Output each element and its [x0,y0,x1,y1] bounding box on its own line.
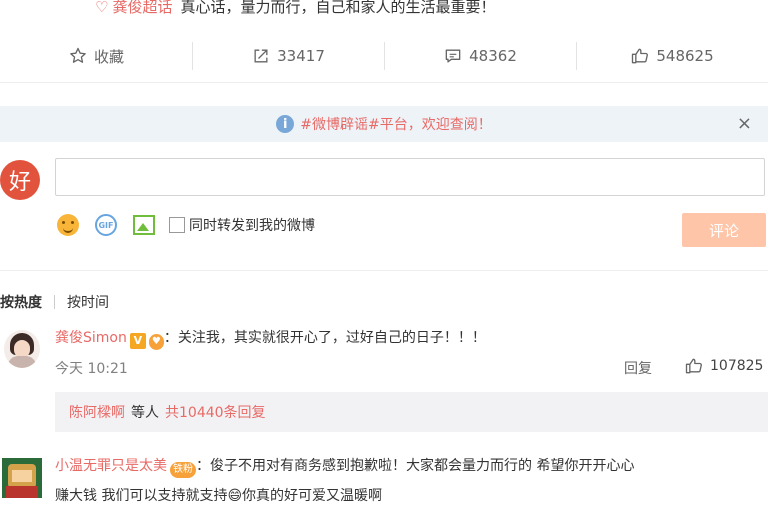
like-count: 548625 [656,47,714,65]
star-icon [70,47,86,63]
like-button[interactable]: 548625 [576,30,768,82]
comment-icon [445,49,461,63]
composer-toolbar: GIF 同时转发到我的微博 [55,210,315,240]
gif-button[interactable]: GIF [93,212,119,238]
comment-body: 龚俊Simon V ♥ ：关注我，其实就很开心了，过好自己的日子！！！ [55,328,486,350]
comment-text: ：关注我，其实就很开心了，过好自己的日子！！！ [163,330,486,346]
sort-by-hot[interactable]: 按热度 [0,292,42,312]
comment-body: 小温无罪只是太美 铁粉 ：俊子不用对有商务感到抱歉啦！大家都会量力而行的 希望你开开… [55,456,634,478]
heart-icon: ♡ [95,0,109,16]
post-text: 真心话，量力而行，自己和家人的生活最重要！ [180,0,496,16]
notice-link[interactable]: #微博辟谣#平台，欢迎查阅！ [300,114,491,134]
comment-like-count: 107825 [710,358,764,374]
post-action-bar: 收藏 33417 48362 548625 [0,30,768,83]
gif-icon: GIF [95,214,117,236]
topic-tag-link[interactable]: 龚俊超话 [112,0,172,16]
info-icon: i [276,115,295,133]
emoji-icon [57,214,79,236]
comment-text: ：俊子不用对有商务感到抱歉啦！大家都会量力而行的 希望你开开心心 [196,458,635,474]
comment-text-continued: 赚大钱 我们可以支持就支持😄你真的好可爱又温暖啊 [55,486,382,506]
commenter-avatar[interactable] [4,330,40,368]
commenter-name[interactable]: 龚俊Simon [55,330,127,346]
sync-repost-checkbox[interactable] [169,217,185,233]
comment-button[interactable]: 48362 [384,30,576,82]
section-divider [0,270,768,271]
thumbs-up-icon [685,358,702,374]
submit-comment-button[interactable]: 评论 [682,213,766,247]
reply-button[interactable]: 回复 [624,358,652,378]
commenter-name[interactable]: 小温无罪只是太美 [55,458,167,474]
emoji-button[interactable] [55,212,81,238]
rumor-notice-banner: i #微博辟谣#平台，欢迎查阅！ × [0,106,768,142]
comment-time: 今天 10:21 [55,361,128,377]
sub-reply-user[interactable]: 陈阿樑啊 [69,402,125,422]
verified-badge: V [129,333,146,349]
current-user-avatar[interactable]: 好 [0,160,40,200]
image-icon [133,215,155,235]
favorite-button[interactable]: 收藏 [0,30,192,82]
sync-repost-label: 同时转发到我的微博 [189,218,315,234]
comment-text: 赚大钱 我们可以支持就支持😄你真的好可爱又温暖啊 [55,488,383,504]
comment-count: 48362 [469,47,517,65]
share-icon [254,49,268,63]
repost-button[interactable]: 33417 [192,30,384,82]
image-button[interactable] [131,212,157,238]
favorite-label: 收藏 [93,47,124,66]
commenter-avatar[interactable] [2,458,42,498]
post-text-line: ♡ 龚俊超话 真心话，量力而行，自己和家人的生活最重要！ [95,0,495,16]
sort-by-time[interactable]: 按时间 [67,292,109,312]
close-icon[interactable]: × [737,113,752,134]
repost-count: 33417 [277,47,325,65]
comment-input[interactable] [55,158,765,196]
sub-reply-count-link[interactable]: 共10440条回复 [165,402,266,422]
sub-reply-summary: 陈阿樑啊 等人 共10440条回复 [55,392,768,432]
comment-like-button[interactable]: 107825 [684,356,763,376]
thumbs-up-icon [632,48,649,64]
fan-badge-icon: ♥ [148,334,164,350]
sort-separator [54,295,55,309]
sub-reply-middle: 等人 [131,405,159,421]
fan-badge: 铁粉 [170,462,196,478]
comment-sort-bar: 按热度 按时间 [0,292,109,312]
